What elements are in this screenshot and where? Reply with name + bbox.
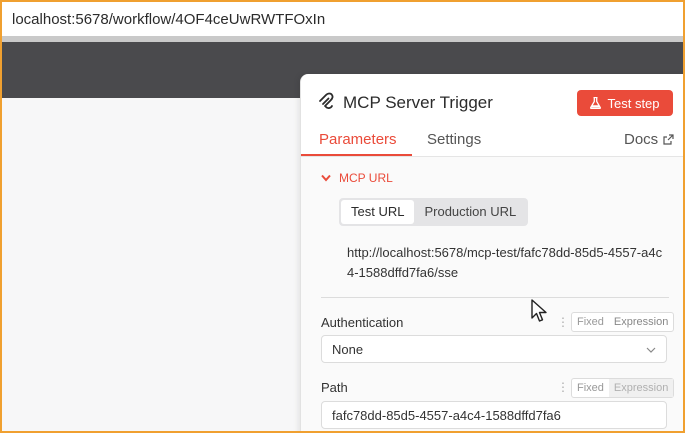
url-type-switch: Test URL Production URL [339,198,529,226]
tab-settings[interactable]: Settings [427,131,481,148]
fixed-mode-button[interactable]: Fixed [572,379,609,397]
path-mode-toggle: Fixed Expression [571,378,675,398]
mouse-pointer-icon [531,299,547,322]
mcp-icon [319,92,334,109]
authentication-mode-toggle: Fixed Expression [571,312,675,332]
authentication-label: Authentication [321,315,404,330]
section-label: MCP URL [339,171,393,185]
test-step-button[interactable]: Test step [577,90,673,116]
parameters-body: MCP URL Test URL Production URL http://l… [301,157,683,431]
mcp-url-section-toggle[interactable]: MCP URL [321,171,393,185]
authentication-select[interactable]: None [321,335,667,363]
mcp-url-value[interactable]: http://localhost:5678/mcp-test/fafc78dd-… [347,243,667,283]
node-details-panel: MCP Server Trigger Test step Parameters … [300,74,683,431]
screen-frame: localhost:5678/workflow/4OF4ceUwRWTFOxIn… [0,0,685,433]
chevron-down-icon [321,174,331,182]
external-link-icon [663,134,674,145]
path-label: Path [321,380,348,395]
options-dots-icon[interactable]: ⋮ [557,380,569,394]
docs-link[interactable]: Docs [624,131,674,148]
expression-mode-button[interactable]: Expression [608,379,674,397]
node-title: MCP Server Trigger [343,93,493,112]
production-url-tab[interactable]: Production URL [414,200,526,224]
options-dots-icon[interactable]: ⋮ [557,315,569,329]
test-step-label: Test step [607,95,660,111]
section-divider [321,297,669,298]
url-text[interactable]: localhost:5678/workflow/4OF4ceUwRWTFOxIn [12,11,325,28]
expression-mode-button[interactable]: Expression [609,313,673,331]
flask-icon [590,97,602,109]
address-bar[interactable]: localhost:5678/workflow/4OF4ceUwRWTFOxIn [2,2,683,36]
test-url-tab[interactable]: Test URL [341,200,415,224]
panel-header: MCP Server Trigger Test step [301,74,683,130]
docs-label: Docs [624,131,659,148]
fixed-mode-button[interactable]: Fixed [572,313,609,331]
path-input[interactable]: fafc78dd-85d5-4557-a4c4-1588dffd7fa6 [321,401,667,429]
chevron-down-icon [646,347,656,353]
active-tab-indicator [301,154,412,156]
authentication-value: None [332,341,364,357]
tab-parameters[interactable]: Parameters [319,131,397,148]
path-value: fafc78dd-85d5-4557-a4c4-1588dffd7fa6 [332,407,561,423]
panel-tabs: Parameters Settings Docs [301,126,683,157]
